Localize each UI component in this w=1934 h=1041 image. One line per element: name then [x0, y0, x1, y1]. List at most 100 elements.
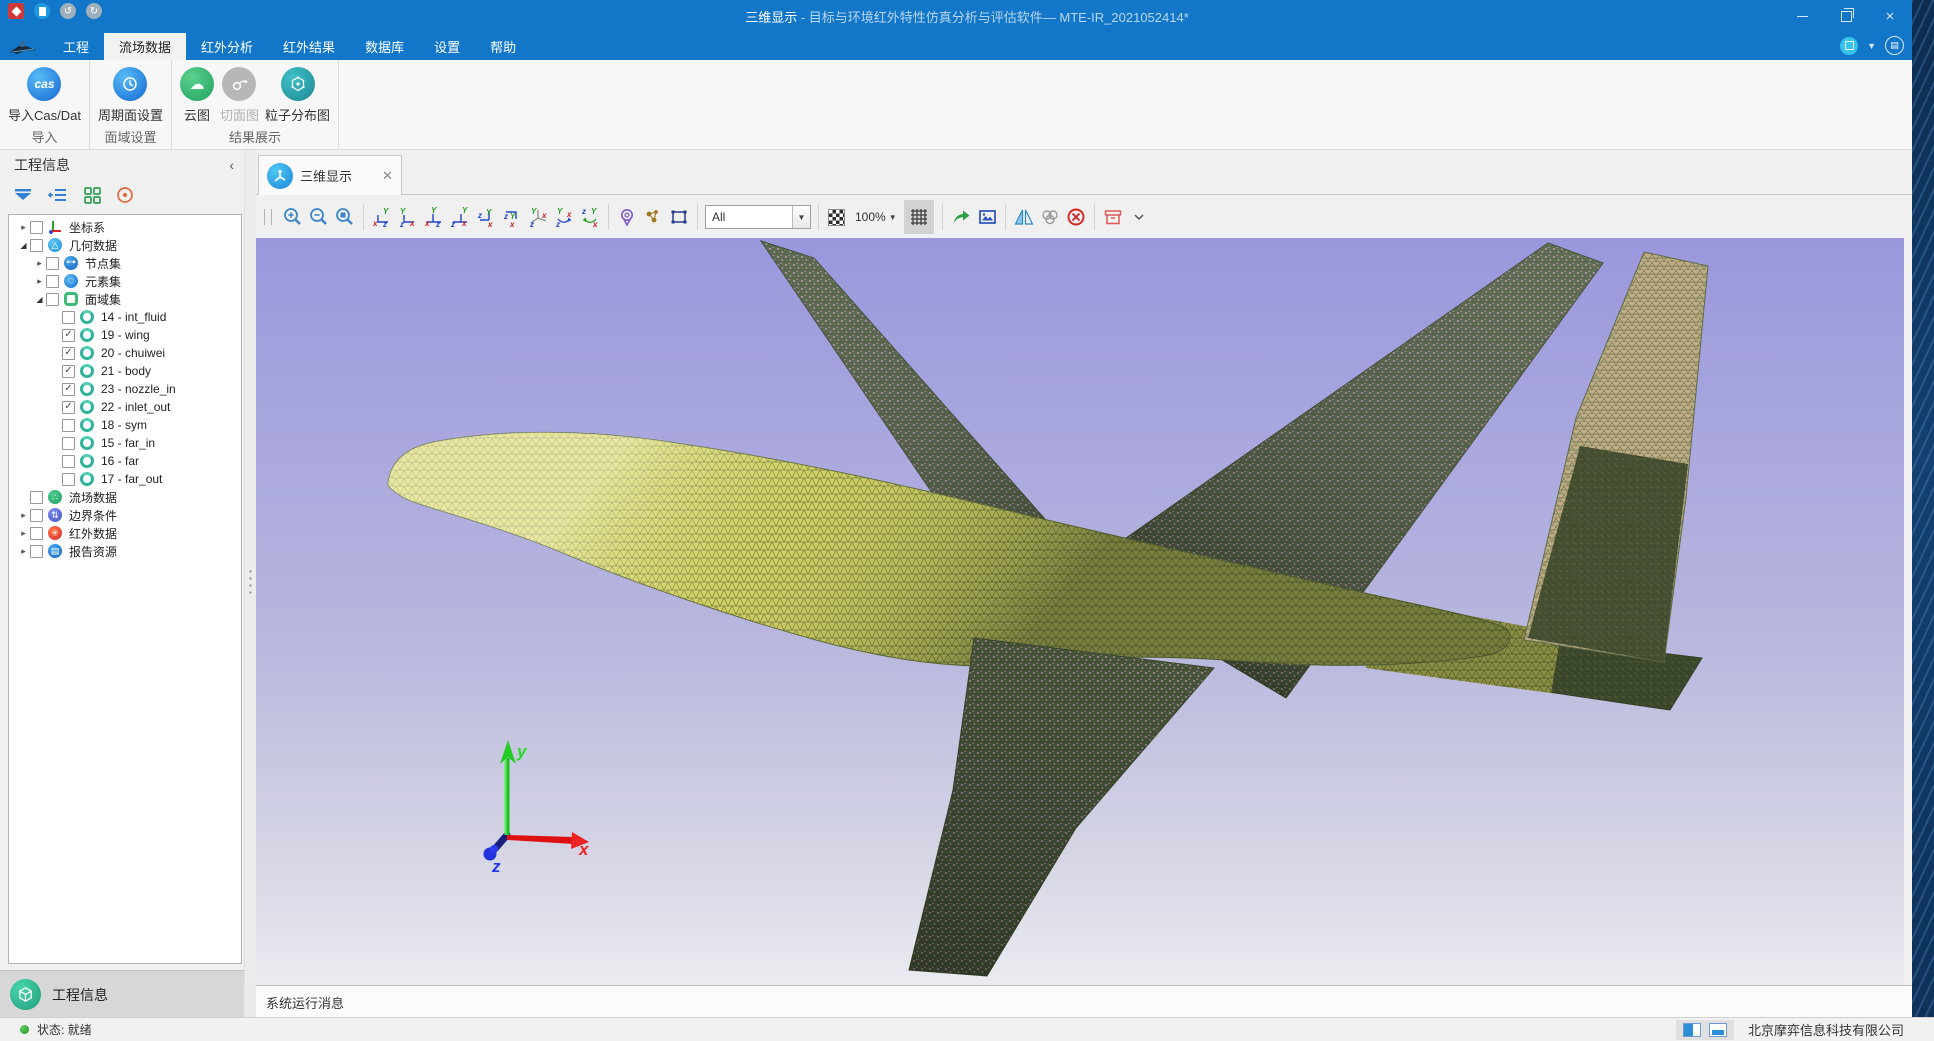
view-bottom-icon[interactable]: zYx: [499, 202, 525, 232]
mesh-grid-toggle[interactable]: [904, 200, 934, 234]
grid-view-icon[interactable]: [82, 185, 102, 205]
tree-item[interactable]: ▸✳红外数据: [9, 524, 241, 542]
tree-checkbox[interactable]: [46, 293, 59, 306]
tree-item[interactable]: 14 - int_fluid: [9, 308, 241, 326]
tree-checkbox[interactable]: [30, 545, 43, 558]
camera-location-icon[interactable]: [614, 202, 640, 232]
tree-item[interactable]: ▸◌元素集: [9, 272, 241, 290]
tree-checkbox[interactable]: [46, 257, 59, 270]
tree-checkbox[interactable]: [30, 509, 43, 522]
app-logo-icon[interactable]: [8, 3, 24, 19]
tree-item[interactable]: 15 - far_in: [9, 434, 241, 452]
snapshot-image-icon[interactable]: [974, 202, 1000, 232]
panel-collapse-icon[interactable]: ‹: [229, 157, 234, 173]
export-share-icon[interactable]: [948, 202, 974, 232]
expander-icon[interactable]: ▸: [17, 510, 30, 521]
cancel-icon[interactable]: [1063, 202, 1089, 232]
mirror-icon[interactable]: [1011, 202, 1037, 232]
minimize-button[interactable]: [1780, 0, 1824, 33]
expander-icon[interactable]: ▸: [33, 276, 46, 287]
tree-checkbox[interactable]: ✓: [62, 401, 75, 414]
tree-item[interactable]: ✓21 - body: [9, 362, 241, 380]
tab-3d-display[interactable]: 三维显示 ✕: [258, 155, 402, 195]
menu-item-active[interactable]: 流场数据: [104, 33, 186, 60]
tree-item[interactable]: ✓20 - chuiwei: [9, 344, 241, 362]
menu-item[interactable]: 设置: [419, 33, 475, 60]
view-isometric-icon[interactable]: Yxz: [525, 202, 551, 232]
zoom-level-dropdown[interactable]: 100%▼: [855, 210, 897, 224]
tree-item[interactable]: ◢△几何数据: [9, 236, 241, 254]
expander-icon[interactable]: ◢: [17, 241, 30, 250]
view-back-icon[interactable]: Yzx: [395, 202, 421, 232]
tree-checkbox[interactable]: [62, 419, 75, 432]
tree-checkbox[interactable]: [46, 275, 59, 288]
rotate-view-left-icon[interactable]: Yxz: [551, 202, 577, 232]
tree-item[interactable]: 17 - far_out: [9, 470, 241, 488]
expander-icon[interactable]: ▸: [17, 546, 30, 557]
new-document-icon[interactable]: [34, 3, 50, 19]
outline-list-icon[interactable]: [47, 185, 69, 205]
toolbar-drag-handle[interactable]: [264, 209, 272, 225]
tree-item[interactable]: ∴流场数据: [9, 488, 241, 506]
tree-checkbox[interactable]: [30, 491, 43, 504]
menu-item[interactable]: 红外结果: [268, 33, 350, 60]
display-set-combobox[interactable]: All ▼: [705, 205, 811, 229]
tree-item[interactable]: ✓23 - nozzle_in: [9, 380, 241, 398]
transparency-checker-icon[interactable]: [828, 209, 845, 226]
zoom-in-icon[interactable]: [280, 202, 306, 232]
import-cas-dat-button[interactable]: cas 导入Cas/Dat: [5, 65, 84, 126]
tree-item[interactable]: ✓22 - inlet_out: [9, 398, 241, 416]
chevron-down-icon[interactable]: [1126, 202, 1152, 232]
menu-item[interactable]: 工程: [48, 33, 104, 60]
expander-icon[interactable]: ▸: [17, 222, 30, 233]
contour-plot-button[interactable]: ☁ 云图: [177, 65, 217, 126]
particles-display-icon[interactable]: [640, 202, 666, 232]
menu-item[interactable]: 数据库: [350, 33, 419, 60]
view-left-icon[interactable]: Yxz: [421, 202, 447, 232]
tree-item[interactable]: ✓19 - wing: [9, 326, 241, 344]
periodic-face-button[interactable]: 周期面设置: [95, 65, 166, 126]
rotate-view-right-icon[interactable]: zYx: [577, 202, 603, 232]
tree-checkbox[interactable]: [30, 221, 43, 234]
zoom-fit-icon[interactable]: [332, 202, 358, 232]
toggle-bottom-panel-icon[interactable]: [1709, 1023, 1727, 1037]
expander-icon[interactable]: ◢: [33, 295, 46, 304]
tree-item[interactable]: 16 - far: [9, 452, 241, 470]
menu-item[interactable]: 红外分析: [186, 33, 268, 60]
tree-item[interactable]: 18 - sym: [9, 416, 241, 434]
tree-checkbox[interactable]: ✓: [62, 365, 75, 378]
expander-icon[interactable]: ▸: [33, 258, 46, 269]
tree-checkbox[interactable]: [30, 239, 43, 252]
view-right-icon[interactable]: Yzx: [447, 202, 473, 232]
box-select-icon[interactable]: [666, 202, 692, 232]
undo-icon[interactable]: ↺: [60, 3, 76, 19]
close-button[interactable]: ×: [1868, 0, 1912, 33]
menu-item[interactable]: 帮助: [475, 33, 531, 60]
tree-item[interactable]: ▸⇅边界条件: [9, 506, 241, 524]
tree-checkbox[interactable]: [30, 527, 43, 540]
project-tree[interactable]: ▸坐标系◢△几何数据▸⊶节点集▸◌元素集◢面域集14 - int_fluid✓1…: [8, 214, 242, 964]
tree-item[interactable]: ▸坐标系: [9, 218, 241, 236]
chevron-down-icon[interactable]: ▼: [1867, 41, 1876, 51]
smooth-mesh-icon[interactable]: [1037, 202, 1063, 232]
maximize-button[interactable]: [1824, 0, 1868, 33]
tree-checkbox[interactable]: ✓: [62, 383, 75, 396]
tree-item[interactable]: ▸⊶节点集: [9, 254, 241, 272]
redo-icon[interactable]: ↻: [86, 3, 102, 19]
tree-item[interactable]: ▸▤报告资源: [9, 542, 241, 560]
toggle-side-panel-icon[interactable]: [1683, 1023, 1701, 1037]
filter-icon[interactable]: [12, 185, 34, 205]
zoom-out-icon[interactable]: [306, 202, 332, 232]
package-export-icon[interactable]: [1100, 202, 1126, 232]
particle-distribution-button[interactable]: 粒子分布图: [262, 65, 333, 126]
tab-close-icon[interactable]: ✕: [382, 168, 393, 184]
viewport-3d[interactable]: y x z: [256, 238, 1904, 986]
tree-checkbox[interactable]: ✓: [62, 329, 75, 342]
tree-item[interactable]: ◢面域集: [9, 290, 241, 308]
tree-checkbox[interactable]: [62, 437, 75, 450]
tree-checkbox[interactable]: [62, 455, 75, 468]
expander-icon[interactable]: ▸: [17, 528, 30, 539]
help-book-icon[interactable]: ▤: [1885, 36, 1904, 55]
tree-checkbox[interactable]: ✓: [62, 347, 75, 360]
view-front-icon[interactable]: Yxz: [369, 202, 395, 232]
